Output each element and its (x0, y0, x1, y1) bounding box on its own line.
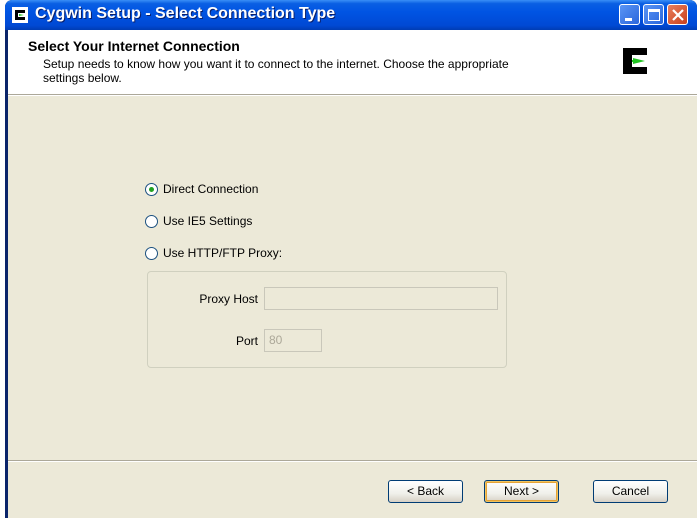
footer-divider (8, 460, 697, 462)
radio-dot (149, 186, 154, 192)
minimize-button[interactable] (619, 4, 640, 25)
back-button[interactable]: < Back (388, 480, 463, 503)
close-icon (672, 9, 684, 21)
proxy-settings-group: Proxy Host Port 80 (147, 271, 507, 368)
close-button[interactable] (667, 4, 688, 25)
header-divider (8, 94, 697, 96)
setup-window: Cygwin Setup - Select Connection Type Se… (5, 0, 697, 518)
radio-label-direct: Direct Connection (163, 182, 259, 196)
window-title: Cygwin Setup - Select Connection Type (35, 5, 336, 22)
maximize-icon (648, 9, 660, 21)
minimize-icon (625, 18, 632, 21)
radio-button[interactable] (145, 214, 158, 228)
port-input[interactable]: 80 (264, 329, 322, 352)
proxy-host-label: Proxy Host (199, 292, 258, 306)
next-button[interactable]: Next > (484, 480, 559, 503)
header-subtitle: Setup needs to know how you want it to c… (43, 57, 509, 85)
cygwin-logo-icon (12, 7, 28, 23)
radio-direct-connection[interactable]: Direct Connection (145, 180, 258, 198)
proxy-host-input[interactable] (264, 287, 498, 310)
radio-label-proxy: Use HTTP/FTP Proxy: (163, 246, 283, 260)
cygwin-logo-icon (623, 48, 647, 74)
header-title: Select Your Internet Connection (28, 38, 240, 54)
radio-button-selected[interactable] (145, 182, 158, 196)
title-bar[interactable]: Cygwin Setup - Select Connection Type (5, 0, 697, 30)
radio-label-ie5: Use IE5 Settings (163, 214, 253, 228)
radio-http-ftp-proxy[interactable]: Use HTTP/FTP Proxy: (145, 244, 282, 262)
port-label: Port (235, 334, 258, 348)
wizard-header: Select Your Internet Connection Setup ne… (8, 30, 697, 94)
maximize-button[interactable] (643, 4, 664, 25)
dialog-body: Select Your Internet Connection Setup ne… (8, 30, 697, 518)
cancel-button[interactable]: Cancel (593, 480, 668, 503)
radio-ie5-settings[interactable]: Use IE5 Settings (145, 212, 252, 230)
radio-button[interactable] (145, 246, 158, 260)
